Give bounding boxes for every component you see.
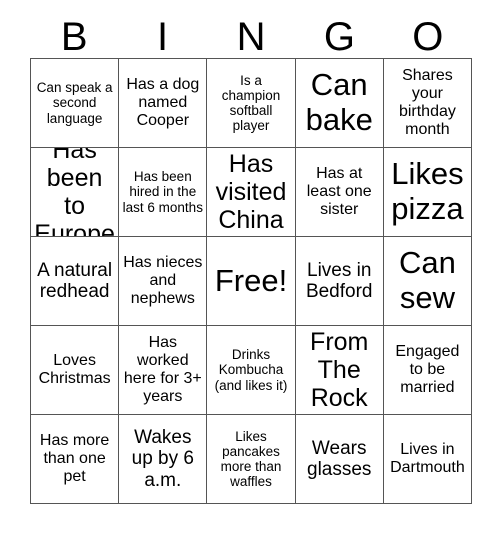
bingo-row: Can speak a second language Has a dog na…	[31, 59, 473, 148]
bingo-cell[interactable]: Likes pancakes more than waffles	[207, 415, 296, 504]
bingo-header-letter-b: B	[60, 15, 88, 59]
bingo-cell[interactable]: Engaged to be married	[383, 326, 473, 415]
bingo-cell[interactable]: Can speak a second language	[31, 59, 120, 148]
bingo-cell[interactable]: Has been hired in the last 6 months	[119, 148, 208, 237]
bingo-header-letter-o: O	[412, 15, 444, 59]
bingo-cell-text: Lives in Dartmouth	[390, 441, 465, 476]
bingo-cell[interactable]: Can sew	[383, 237, 473, 326]
bingo-cell[interactable]: Wears glasses	[295, 415, 384, 504]
bingo-cell-text: Wears glasses	[307, 437, 372, 480]
bingo-cell[interactable]: From The Rock	[295, 326, 384, 415]
bingo-cell[interactable]: Has worked here for 3+ years	[119, 326, 208, 415]
bingo-cell-text: Has nieces and nephews	[123, 254, 203, 307]
bingo-cell-text: Has been hired in the last 6 months	[122, 169, 203, 215]
bingo-cell[interactable]: Loves Christmas	[31, 326, 120, 415]
bingo-cell-text: A natural redhead	[37, 259, 113, 302]
bingo-cell-free[interactable]: Free!	[207, 237, 296, 326]
bingo-cell[interactable]: Lives in Bedford	[295, 237, 384, 326]
bingo-cell-text: Is a champion softball player	[221, 72, 281, 134]
bingo-cell-text: Loves Christmas	[38, 352, 111, 387]
bingo-cell-text: Has visited China	[215, 150, 287, 234]
bingo-cell[interactable]: Has been to Europe	[31, 148, 120, 237]
bingo-header-letter-g: G	[323, 15, 355, 59]
bingo-row: Loves Christmas Has worked here for 3+ y…	[31, 326, 473, 415]
bingo-cell[interactable]: Has at least one sister	[295, 148, 384, 237]
bingo-row: Has more than one pet Wakes up by 6 a.m.…	[31, 415, 473, 504]
bingo-card: B I N G O Can speak a second language Ha…	[0, 0, 500, 544]
bingo-cell[interactable]: Drinks Kombucha (and likes it)	[207, 326, 296, 415]
bingo-cell-text: Likes pancakes more than waffles	[220, 428, 282, 490]
bingo-header-letter-n: N	[236, 15, 266, 59]
bingo-cell-text: Can sew	[398, 245, 456, 315]
bingo-cell-text: Free!	[214, 262, 288, 298]
bingo-cell[interactable]: Has more than one pet	[31, 415, 120, 504]
bingo-cell-text: Has more than one pet	[39, 432, 110, 485]
bingo-cell-text: Can bake	[305, 67, 373, 137]
bingo-cell-text: Has worked here for 3+ years	[123, 334, 202, 405]
bingo-cell[interactable]: Likes pizza	[383, 148, 473, 237]
bingo-header-letter-i: I	[157, 15, 169, 59]
bingo-cell-text: Shares your birthday month	[398, 67, 456, 138]
bingo-cell-text: Likes pizza	[391, 156, 464, 226]
bingo-cell[interactable]: A natural redhead	[31, 237, 120, 326]
bingo-cell-text: Has been to Europe	[34, 148, 115, 237]
bingo-cell-text: Can speak a second language	[36, 80, 113, 126]
bingo-row: A natural redhead Has nieces and nephews…	[31, 237, 473, 326]
bingo-cell-text: Drinks Kombucha (and likes it)	[214, 347, 288, 393]
bingo-cell-text: Has a dog named Cooper	[126, 76, 200, 129]
bingo-cell[interactable]: Has visited China	[207, 148, 296, 237]
bingo-cell-text: Lives in Bedford	[305, 259, 373, 302]
bingo-cell-text: From The Rock	[310, 328, 369, 412]
bingo-cell[interactable]: Shares your birthday month	[383, 59, 473, 148]
bingo-cell[interactable]: Lives in Dartmouth	[383, 415, 473, 504]
bingo-cell-text: Engaged to be married	[395, 343, 460, 396]
bingo-grid: Can speak a second language Has a dog na…	[30, 58, 473, 504]
bingo-cell[interactable]: Wakes up by 6 a.m.	[119, 415, 208, 504]
bingo-cell[interactable]: Can bake	[295, 59, 384, 148]
bingo-cell-text: Wakes up by 6 a.m.	[131, 427, 194, 491]
bingo-cell-text: Has at least one sister	[306, 165, 372, 218]
bingo-cell[interactable]: Has nieces and nephews	[119, 237, 208, 326]
bingo-cell[interactable]: Is a champion softball player	[207, 59, 296, 148]
bingo-header-row: B I N G O	[30, 0, 472, 58]
bingo-row: Has been to Europe Has been hired in the…	[31, 148, 473, 237]
bingo-cell[interactable]: Has a dog named Cooper	[119, 59, 208, 148]
